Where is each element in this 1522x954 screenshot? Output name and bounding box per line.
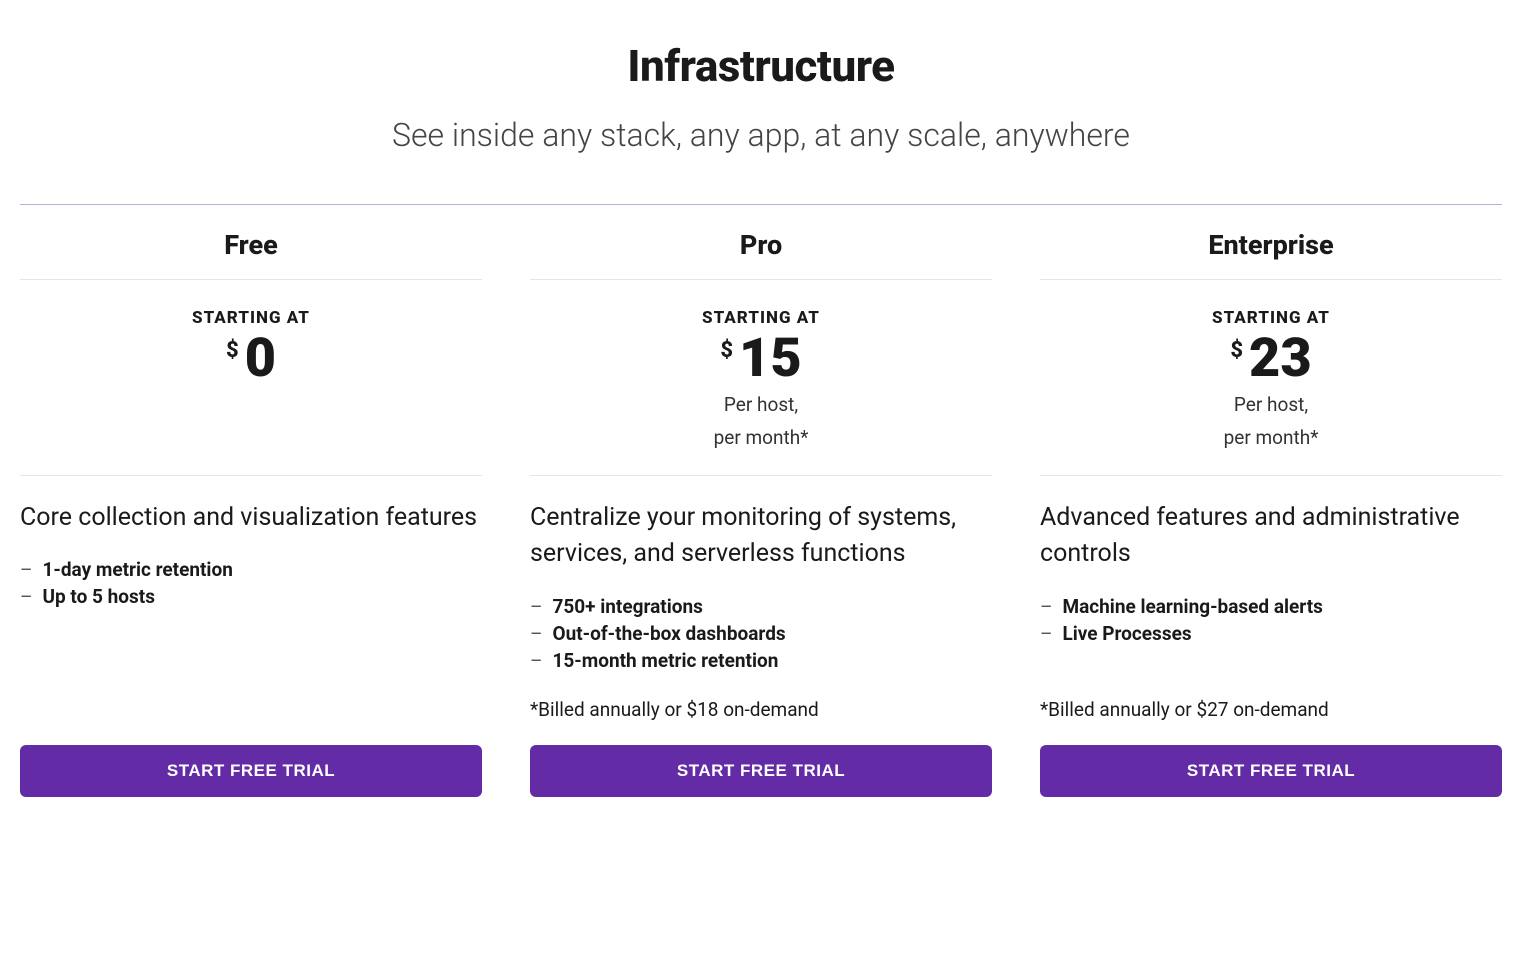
price-amount: 0 [245,332,276,386]
feature-item: 15-month metric retention [530,647,992,674]
plan-name: Pro [530,229,992,280]
per-unit-line-2: per month* [530,425,992,452]
currency-symbol: $ [1230,338,1243,363]
feature-list: Machine learning-based alerts Live Proce… [1040,593,1502,647]
feature-item: 750+ integrations [530,593,992,620]
price-line: $ 15 [720,332,801,386]
plan-details: Centralize your monitoring of systems, s… [530,476,992,797]
start-free-trial-button[interactable]: START FREE TRIAL [530,745,992,797]
plan-name: Enterprise [1040,229,1502,280]
page-subtitle: See inside any stack, any app, at any sc… [20,116,1502,154]
plan-name: Free [20,229,482,280]
page-header: Infrastructure See inside any stack, any… [20,40,1502,154]
feature-item: Out-of-the-box dashboards [530,620,992,647]
price-block: STARTING AT $ 15 Per host, per month* [530,280,992,476]
per-unit-line-2: per month* [1040,425,1502,452]
price-block: STARTING AT $ 0 [20,280,482,476]
plan-description: Core collection and visualization featur… [20,500,482,536]
top-divider [20,204,1502,205]
feature-item: Machine learning-based alerts [1040,593,1502,620]
currency-symbol: $ [720,338,733,363]
plan-description: Centralize your monitoring of systems, s… [530,500,992,573]
start-free-trial-button[interactable]: START FREE TRIAL [1040,745,1502,797]
plan-description: Advanced features and administrative con… [1040,500,1502,573]
starting-at-label: STARTING AT [20,308,482,328]
plan-free: Free STARTING AT $ 0 Core collection and… [20,229,482,797]
feature-list: 750+ integrations Out-of-the-box dashboa… [530,593,992,674]
billing-note: *Billed annually or $27 on-demand [1040,698,1502,721]
plan-details: Advanced features and administrative con… [1040,476,1502,797]
plan-enterprise: Enterprise STARTING AT $ 23 Per host, pe… [1040,229,1502,797]
pricing-plans: Free STARTING AT $ 0 Core collection and… [20,229,1502,797]
price-block: STARTING AT $ 23 Per host, per month* [1040,280,1502,476]
start-free-trial-button[interactable]: START FREE TRIAL [20,745,482,797]
currency-symbol: $ [226,338,239,363]
plan-details: Core collection and visualization featur… [20,476,482,797]
price-line: $ 23 [1230,332,1311,386]
feature-list: 1-day metric retention Up to 5 hosts [20,556,482,610]
plan-pro: Pro STARTING AT $ 15 Per host, per month… [530,229,992,797]
page-title: Infrastructure [20,40,1502,92]
billing-note: *Billed annually or $18 on-demand [530,698,992,721]
feature-item: Live Processes [1040,620,1502,647]
starting-at-label: STARTING AT [1040,308,1502,328]
feature-item: Up to 5 hosts [20,583,482,610]
per-unit-line-1: Per host, [1040,392,1502,419]
feature-item: 1-day metric retention [20,556,482,583]
per-unit-line-1: Per host, [530,392,992,419]
price-amount: 23 [1249,332,1312,386]
starting-at-label: STARTING AT [530,308,992,328]
price-amount: 15 [739,332,802,386]
price-line: $ 0 [226,332,276,386]
